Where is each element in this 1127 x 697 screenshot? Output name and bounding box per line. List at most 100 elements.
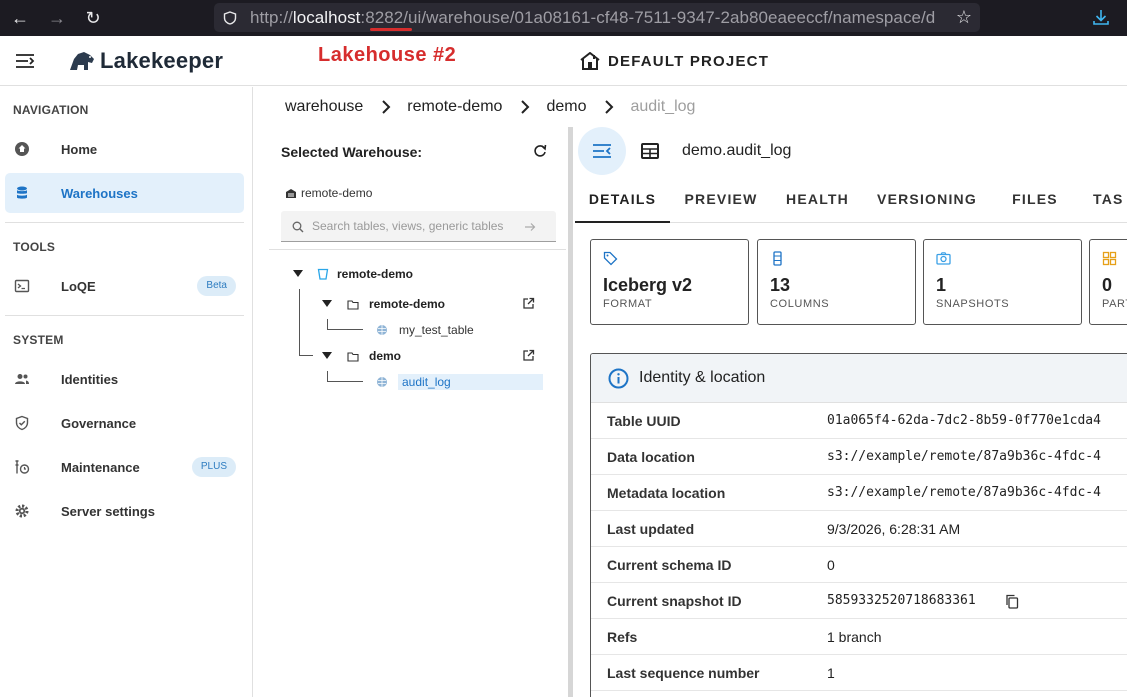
search-icon xyxy=(292,221,304,233)
bucket-icon xyxy=(317,268,329,280)
menu-collapse-icon xyxy=(593,144,611,158)
tree-namespace-remote-demo[interactable]: remote-demo xyxy=(322,294,445,314)
section-system: SYSTEM xyxy=(13,333,64,347)
download-icon[interactable] xyxy=(1091,7,1111,27)
beta-badge: Beta xyxy=(197,276,236,296)
sidebar-item-server-settings[interactable]: Server settings xyxy=(5,491,244,531)
open-external-icon[interactable] xyxy=(522,349,535,362)
tree-connector xyxy=(299,343,313,356)
address-bar[interactable]: http://localhost:8282/ui/warehouse/01a08… xyxy=(214,3,980,32)
toggle-tree-button[interactable] xyxy=(578,127,626,175)
reload-icon[interactable]: ↻ xyxy=(82,7,104,29)
info-key: Table UUID xyxy=(607,413,681,429)
warehouse-icon xyxy=(286,188,296,198)
sidebar-item-label: Warehouses xyxy=(61,185,138,201)
card-label: SNAPSHOTS xyxy=(936,298,1010,310)
partitions-card: 0 PART xyxy=(1089,239,1127,325)
tree-connector xyxy=(327,371,363,382)
tab-preview[interactable]: PREVIEW xyxy=(676,181,766,223)
info-icon xyxy=(608,368,629,389)
annotation-title: Lakehouse #2 xyxy=(318,44,457,66)
info-row: Data location s3://example/remote/87a9b3… xyxy=(591,439,1127,475)
tag-icon xyxy=(603,251,618,266)
folder-icon xyxy=(347,351,359,362)
tab-health[interactable]: HEALTH xyxy=(775,181,860,223)
menu-collapse-icon[interactable] xyxy=(15,53,35,69)
open-external-icon[interactable] xyxy=(522,297,535,310)
identity-location-panel: Identity & location Table UUID 01a065f4-… xyxy=(590,353,1127,697)
sidebar-item-governance[interactable]: Governance xyxy=(5,403,244,443)
info-key: Last updated xyxy=(607,521,695,537)
project-label: DEFAULT PROJECT xyxy=(608,52,770,70)
card-label: FORMAT xyxy=(603,298,653,310)
back-icon[interactable]: ← xyxy=(9,7,31,29)
sidebar-item-maintenance[interactable]: Maintenance PLUS xyxy=(5,447,244,487)
search-field[interactable] xyxy=(281,211,556,242)
info-key: Current snapshot ID xyxy=(607,593,742,609)
people-icon xyxy=(15,374,29,384)
grid-icon xyxy=(1102,251,1117,266)
tree-root-warehouse[interactable]: remote-demo xyxy=(293,264,413,284)
pane-splitter[interactable] xyxy=(568,127,573,697)
bookmark-star-icon[interactable]: ☆ xyxy=(956,7,972,28)
project-selector[interactable]: DEFAULT PROJECT xyxy=(580,52,769,70)
breadcrumb-remote-demo[interactable]: remote-demo xyxy=(407,98,502,116)
format-card: Iceberg v2 FORMAT xyxy=(590,239,749,325)
copy-icon[interactable] xyxy=(1005,594,1019,609)
info-row: Current snapshot ID 5859332520718683361 xyxy=(591,583,1127,619)
info-value: s3://example/remote/87a9b36c-4fdc-4 xyxy=(827,485,1101,500)
info-value: 1 xyxy=(827,665,835,681)
browser-toolbar: ← → ↻ http://localhost:8282/ui/warehouse… xyxy=(0,0,1127,36)
breadcrumb-warehouse[interactable]: warehouse xyxy=(285,98,363,116)
sidebar-item-identities[interactable]: Identities xyxy=(5,359,244,399)
caret-down-icon[interactable] xyxy=(322,300,332,308)
tab-details[interactable]: DETAILS xyxy=(575,181,670,223)
card-value: 1 xyxy=(936,275,947,295)
sidebar-item-loqe[interactable]: LoQE Beta xyxy=(5,266,244,306)
tab-files[interactable]: FILES xyxy=(1000,181,1070,223)
tree-table-audit-log[interactable]: audit_log xyxy=(376,372,543,392)
arrow-right-icon[interactable] xyxy=(524,221,536,233)
tree-namespace-demo[interactable]: demo xyxy=(322,346,401,366)
table-label: my_test_table xyxy=(399,323,474,337)
caret-down-icon[interactable] xyxy=(322,352,332,360)
tab-tasks[interactable]: TAS xyxy=(1093,181,1127,223)
sidebar-item-label: Identities xyxy=(61,371,119,387)
url-prefix: http:// xyxy=(250,7,293,27)
card-value: 0 xyxy=(1102,275,1113,295)
tree-table-my-test-table[interactable]: my_test_table xyxy=(376,320,474,340)
chevron-right-icon xyxy=(605,100,614,114)
selected-warehouse[interactable]: remote-demo xyxy=(285,186,372,200)
info-row: Metadata location s3://example/remote/87… xyxy=(591,475,1127,511)
namespace-label: demo xyxy=(369,349,402,363)
info-key: Last sequence number xyxy=(607,665,760,681)
panel-title: Identity & location xyxy=(639,369,766,386)
search-input[interactable] xyxy=(312,217,512,235)
url-text: http://localhost:8282/ui/warehouse/01a08… xyxy=(250,8,935,28)
tab-versioning[interactable]: VERSIONING xyxy=(872,181,982,223)
database-icon xyxy=(17,186,27,199)
sidebar-item-label: Home xyxy=(61,141,98,157)
sidebar-item-label: Server settings xyxy=(61,503,155,519)
table-globe-icon xyxy=(377,377,387,387)
camera-icon xyxy=(936,252,951,265)
logo[interactable]: Lakekeeper xyxy=(68,48,223,74)
divider xyxy=(269,249,566,250)
info-key: Metadata location xyxy=(607,485,726,501)
breadcrumb-audit-log: audit_log xyxy=(630,98,696,115)
section-tools: TOOLS xyxy=(13,240,56,254)
chevron-right-icon xyxy=(382,100,391,114)
project-house-icon xyxy=(580,52,600,70)
forward-icon[interactable]: → xyxy=(46,7,68,29)
refresh-icon[interactable] xyxy=(533,144,547,158)
sidebar-item-home[interactable]: Home xyxy=(5,129,244,169)
info-key: Data location xyxy=(607,449,695,465)
logo-text: Lakekeeper xyxy=(100,48,224,73)
breadcrumb-demo[interactable]: demo xyxy=(546,98,586,116)
caret-down-icon[interactable] xyxy=(293,270,303,278)
terminal-icon xyxy=(14,279,30,293)
columns-card: 13 COLUMNS xyxy=(757,239,916,325)
sidebar-item-warehouses[interactable]: Warehouses xyxy=(5,173,244,213)
lakekeeper-bear-icon xyxy=(70,52,94,70)
gear-icon xyxy=(15,504,29,518)
